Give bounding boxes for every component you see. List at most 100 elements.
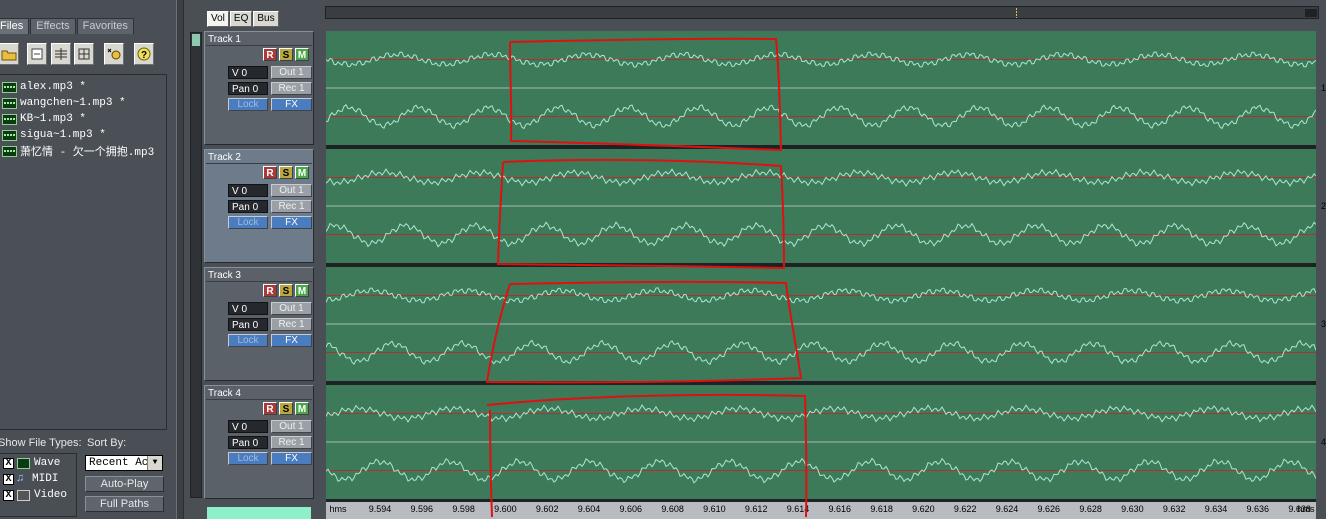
record-source-button[interactable]: Rec 1	[271, 82, 312, 95]
track-number: 3	[1321, 319, 1326, 329]
ruler-tick-label: 9.610	[703, 504, 726, 514]
ruler-tick-label: 9.628	[1079, 504, 1102, 514]
lock-button[interactable]: Lock	[228, 334, 268, 347]
level-meter	[207, 507, 311, 519]
midi-checkbox[interactable]: X	[3, 473, 14, 485]
file-item[interactable]: 萧忆情 - 欠一个拥抱.mp3	[0, 143, 166, 159]
overview-range-handle[interactable]	[1305, 9, 1317, 17]
tab-favorites[interactable]: Favorites	[76, 18, 134, 34]
ruler-tick-label: 9.608	[661, 504, 684, 514]
file-item[interactable]: KB~1.mp3 *	[0, 111, 166, 127]
track-number: 1	[1321, 83, 1326, 93]
overview-bar[interactable]	[325, 6, 1319, 19]
track-scrollbar[interactable]	[190, 32, 202, 498]
edit-button[interactable]	[74, 43, 94, 65]
track-1-controls: Track 1 R S M V 0 Out 1 Pan 0 Rec 1 Lock…	[204, 31, 314, 145]
midi-note-icon: ♫	[17, 473, 24, 485]
record-source-button[interactable]: Rec 1	[271, 436, 312, 449]
volume-field[interactable]: V 0	[228, 302, 268, 315]
open-folder-button[interactable]	[0, 43, 19, 65]
svg-text:?: ?	[141, 50, 147, 61]
type-wave-row[interactable]: X Wave	[3, 456, 60, 470]
volume-field[interactable]: V 0	[228, 184, 268, 197]
track-name[interactable]: Track 1	[206, 33, 312, 46]
edit-icon	[78, 48, 90, 60]
ruler-tick-label: 9.618	[870, 504, 893, 514]
file-item[interactable]: wangchen~1.mp3 *	[0, 95, 166, 111]
record-arm-button[interactable]: R	[263, 402, 277, 415]
close-file-button[interactable]	[27, 43, 47, 65]
record-arm-button[interactable]: R	[263, 284, 277, 297]
file-item[interactable]: alex.mp3 *	[0, 79, 166, 95]
track-name[interactable]: Track 3	[206, 269, 312, 282]
ruler-tick-label: 9.612	[744, 504, 768, 514]
lock-button[interactable]: Lock	[228, 452, 268, 465]
full-paths-button[interactable]: Full Paths	[85, 496, 164, 512]
record-source-button[interactable]: Rec 1	[271, 200, 312, 213]
file-toolbar: ?	[0, 43, 176, 69]
wave-checkbox[interactable]: X	[3, 457, 14, 469]
left-tab-bar: Files Effects Favorites	[0, 18, 135, 34]
sort-by-select[interactable]: Recent Acc ▼	[85, 455, 163, 471]
ruler-tick-label: 9.604	[577, 504, 601, 514]
lock-button[interactable]: Lock	[228, 98, 268, 111]
fx-button[interactable]: FX	[271, 98, 312, 111]
track-name[interactable]: Track 4	[206, 387, 312, 400]
wave-file-icon	[2, 81, 17, 93]
output-button[interactable]: Out 1	[271, 184, 312, 197]
record-source-button[interactable]: Rec 1	[271, 318, 312, 331]
pan-field[interactable]: Pan 0	[228, 82, 268, 95]
track-separator[interactable]	[326, 263, 1316, 267]
solo-button[interactable]: S	[279, 166, 293, 179]
mute-button[interactable]: M	[295, 48, 309, 61]
tab-bus[interactable]: Bus	[253, 11, 279, 27]
file-item[interactable]: sigua~1.mp3 *	[0, 127, 166, 143]
ruler-tick-label: 9.636	[1246, 504, 1270, 514]
panel-splitter[interactable]	[176, 0, 184, 519]
auto-play-button[interactable]: Auto-Play	[85, 476, 164, 492]
mute-button[interactable]: M	[295, 166, 309, 179]
fx-button[interactable]: FX	[271, 452, 312, 465]
record-arm-button[interactable]: R	[263, 48, 277, 61]
mute-button[interactable]: M	[295, 402, 309, 415]
track-separator[interactable]	[326, 145, 1316, 149]
fx-button[interactable]: FX	[271, 334, 312, 347]
volume-field[interactable]: V 0	[228, 420, 268, 433]
insert-button[interactable]	[51, 43, 71, 65]
track-separator[interactable]	[326, 381, 1316, 385]
solo-button[interactable]: S	[279, 402, 293, 415]
track-name[interactable]: Track 2	[206, 151, 312, 164]
scrollbar-thumb[interactable]	[192, 34, 200, 46]
tab-effects[interactable]: Effects	[30, 18, 76, 34]
ruler-tick-label: 9.594	[368, 504, 392, 514]
tab-vol[interactable]: Vol	[207, 11, 229, 27]
pan-field[interactable]: Pan 0	[228, 436, 268, 449]
solo-button[interactable]: S	[279, 48, 293, 61]
track-number: 2	[1321, 201, 1326, 211]
chevron-down-icon[interactable]: ▼	[147, 456, 162, 470]
video-checkbox[interactable]: X	[3, 489, 14, 501]
type-video-row[interactable]: X Video	[3, 488, 67, 502]
pan-field[interactable]: Pan 0	[228, 318, 268, 331]
ruler-tick-label: 9.602	[535, 504, 559, 514]
solo-button[interactable]: S	[279, 284, 293, 297]
file-list[interactable]: alex.mp3 * wangchen~1.mp3 * KB~1.mp3 * s…	[0, 74, 167, 430]
ruler-tick-label: 9.624	[995, 504, 1019, 514]
options-button[interactable]	[104, 43, 124, 65]
output-button[interactable]: Out 1	[271, 420, 312, 433]
volume-field[interactable]: V 0	[228, 66, 268, 79]
record-arm-button[interactable]: R	[263, 166, 277, 179]
sort-by-label: Sort By:	[87, 437, 127, 449]
pan-field[interactable]: Pan 0	[228, 200, 268, 213]
waveform-tracks[interactable]	[326, 31, 1316, 502]
help-button[interactable]: ?	[134, 43, 154, 65]
output-button[interactable]: Out 1	[271, 302, 312, 315]
fx-button[interactable]: FX	[271, 216, 312, 229]
tab-eq[interactable]: EQ	[229, 11, 253, 27]
lock-button[interactable]: Lock	[228, 216, 268, 229]
mute-button[interactable]: M	[295, 284, 309, 297]
wave-type-label: Wave	[34, 457, 61, 469]
type-midi-row[interactable]: X ♫ MIDI	[3, 472, 58, 486]
tab-files[interactable]: Files	[0, 18, 30, 34]
output-button[interactable]: Out 1	[271, 66, 312, 79]
